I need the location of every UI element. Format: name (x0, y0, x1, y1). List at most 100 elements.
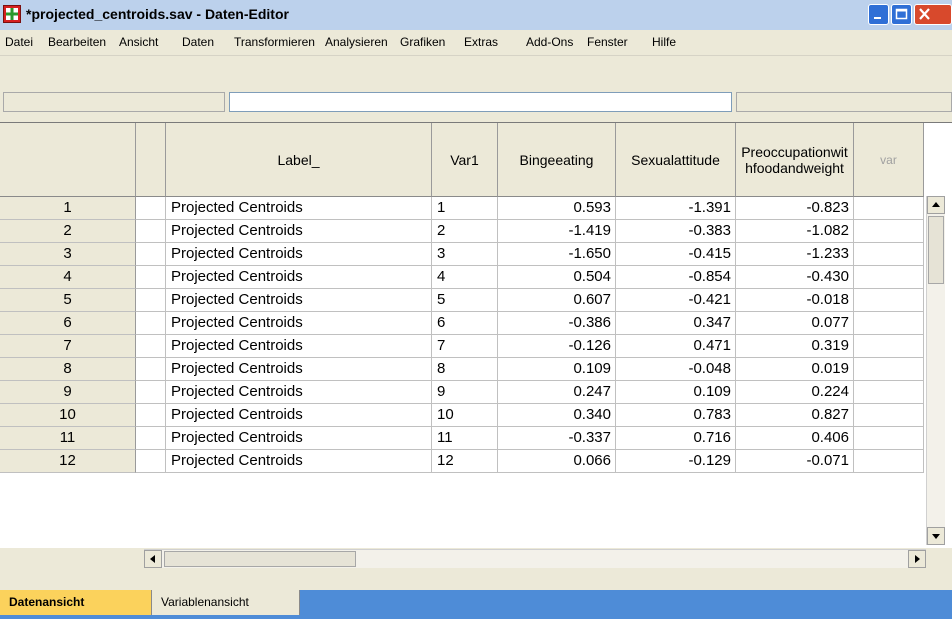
cell-preoccupation[interactable]: 0.827 (736, 404, 854, 427)
cell-bingeeating[interactable]: 0.109 (498, 358, 616, 381)
cell-label[interactable]: Projected Centroids (166, 312, 432, 335)
cell-sexualattitude[interactable]: -0.415 (616, 243, 736, 266)
cell-bingeeating[interactable]: 0.504 (498, 266, 616, 289)
row-number[interactable]: 4 (0, 266, 136, 289)
cell-label[interactable]: Projected Centroids (166, 243, 432, 266)
horizontal-scroll-thumb[interactable] (164, 551, 356, 567)
cell-var[interactable] (854, 427, 924, 450)
cell-label[interactable]: Projected Centroids (166, 381, 432, 404)
cell-preoccupation[interactable]: -1.082 (736, 220, 854, 243)
cell-sexualattitude[interactable]: -1.391 (616, 197, 736, 220)
cell-var1[interactable]: 6 (432, 312, 498, 335)
tab-datenansicht[interactable]: Datenansicht (0, 590, 152, 615)
cell-var[interactable] (854, 381, 924, 404)
cell-preoccupation[interactable]: -0.071 (736, 450, 854, 473)
cell-sexualattitude[interactable]: 0.347 (616, 312, 736, 335)
row-number[interactable]: 8 (0, 358, 136, 381)
cell-var1[interactable]: 12 (432, 450, 498, 473)
blank-cell[interactable] (136, 266, 166, 289)
cell-var[interactable] (854, 450, 924, 473)
scroll-left-icon[interactable] (144, 550, 162, 568)
scroll-up-icon[interactable] (927, 196, 945, 214)
menu-grafiken[interactable]: Grafiken (400, 35, 445, 49)
cell-var1[interactable]: 3 (432, 243, 498, 266)
cell-var1[interactable]: 7 (432, 335, 498, 358)
cell-preoccupation[interactable]: 0.319 (736, 335, 854, 358)
blank-cell[interactable] (136, 197, 166, 220)
cell-preoccupation[interactable]: -1.233 (736, 243, 854, 266)
menu-extras[interactable]: Extras (464, 35, 498, 49)
cell-bingeeating[interactable]: 0.066 (498, 450, 616, 473)
scroll-right-icon[interactable] (908, 550, 926, 568)
cell-preoccupation[interactable]: 0.077 (736, 312, 854, 335)
cell-var[interactable] (854, 312, 924, 335)
cell-var1[interactable]: 9 (432, 381, 498, 404)
blank-cell[interactable] (136, 427, 166, 450)
column-header-preoccupation[interactable]: Preoccupationwithfoodandweight (736, 123, 854, 197)
cell-var[interactable] (854, 404, 924, 427)
row-number[interactable]: 1 (0, 197, 136, 220)
cell-sexualattitude[interactable]: 0.716 (616, 427, 736, 450)
row-number[interactable]: 5 (0, 289, 136, 312)
cell-var1[interactable]: 2 (432, 220, 498, 243)
cell-preoccupation[interactable]: -0.430 (736, 266, 854, 289)
horizontal-scrollbar[interactable] (144, 549, 926, 568)
cell-sexualattitude[interactable]: 0.783 (616, 404, 736, 427)
cell-label[interactable]: Projected Centroids (166, 427, 432, 450)
cell-var1[interactable]: 11 (432, 427, 498, 450)
cell-bingeeating[interactable]: -1.419 (498, 220, 616, 243)
cell-sexualattitude[interactable]: -0.048 (616, 358, 736, 381)
scroll-down-icon[interactable] (927, 527, 945, 545)
row-number[interactable]: 9 (0, 381, 136, 404)
cell-bingeeating[interactable]: -0.337 (498, 427, 616, 450)
cell-preoccupation[interactable]: 0.406 (736, 427, 854, 450)
cell-bingeeating[interactable]: -1.650 (498, 243, 616, 266)
cell-label[interactable]: Projected Centroids (166, 404, 432, 427)
tab-variablenansicht[interactable]: Variablenansicht (152, 590, 300, 615)
blank-cell[interactable] (136, 289, 166, 312)
cell-value-input[interactable] (229, 92, 732, 112)
cell-preoccupation[interactable]: -0.018 (736, 289, 854, 312)
cell-reference-field[interactable] (3, 92, 225, 112)
blank-cell[interactable] (136, 450, 166, 473)
cell-var[interactable] (854, 358, 924, 381)
blank-cell[interactable] (136, 243, 166, 266)
blank-cell[interactable] (136, 404, 166, 427)
cell-sexualattitude[interactable]: -0.421 (616, 289, 736, 312)
blank-cell[interactable] (136, 220, 166, 243)
menu-fenster[interactable]: Fenster (587, 35, 628, 49)
cell-var1[interactable]: 1 (432, 197, 498, 220)
menu-ansicht[interactable]: Ansicht (119, 35, 158, 49)
column-header-bingeeating[interactable]: Bingeeating (498, 123, 616, 197)
column-header-sexualattitude[interactable]: Sexualattitude (616, 123, 736, 197)
column-header-var[interactable]: var (854, 123, 924, 197)
cell-label[interactable]: Projected Centroids (166, 220, 432, 243)
row-number[interactable]: 11 (0, 427, 136, 450)
cell-preoccupation[interactable]: -0.823 (736, 197, 854, 220)
cell-var[interactable] (854, 266, 924, 289)
blank-cell[interactable] (136, 381, 166, 404)
cell-var[interactable] (854, 197, 924, 220)
column-header-var1[interactable]: Var1 (432, 123, 498, 197)
cell-preoccupation[interactable]: 0.019 (736, 358, 854, 381)
cell-var[interactable] (854, 289, 924, 312)
cell-label[interactable]: Projected Centroids (166, 335, 432, 358)
cell-sexualattitude[interactable]: -0.129 (616, 450, 736, 473)
cell-var1[interactable]: 10 (432, 404, 498, 427)
cell-var1[interactable]: 4 (432, 266, 498, 289)
cell-sexualattitude[interactable]: -0.854 (616, 266, 736, 289)
column-header-label[interactable]: Label_ (166, 123, 432, 197)
cell-var1[interactable]: 5 (432, 289, 498, 312)
cell-label[interactable]: Projected Centroids (166, 450, 432, 473)
cell-var[interactable] (854, 335, 924, 358)
row-number[interactable]: 2 (0, 220, 136, 243)
cell-label[interactable]: Projected Centroids (166, 266, 432, 289)
vertical-scroll-thumb[interactable] (928, 216, 944, 284)
cell-label[interactable]: Projected Centroids (166, 358, 432, 381)
row-number[interactable]: 3 (0, 243, 136, 266)
cell-var1[interactable]: 8 (432, 358, 498, 381)
blank-cell[interactable] (136, 358, 166, 381)
cell-sexualattitude[interactable]: -0.383 (616, 220, 736, 243)
cell-sexualattitude[interactable]: 0.109 (616, 381, 736, 404)
menu-daten[interactable]: Daten (182, 35, 214, 49)
